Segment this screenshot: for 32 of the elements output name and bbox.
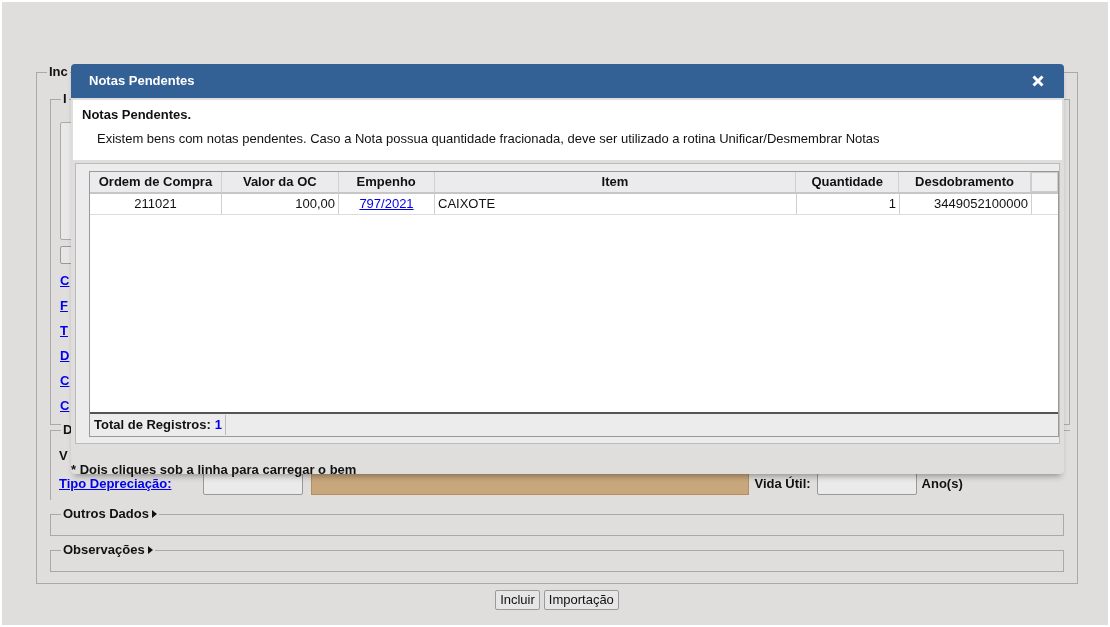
dialog-title: Notas Pendentes <box>89 72 195 91</box>
total-label: Total de Registros: <box>94 416 211 435</box>
useful-life-label: Vida Útil: <box>754 474 811 493</box>
field-link[interactable]: C <box>60 393 70 418</box>
column-header[interactable]: Empenho <box>338 172 435 192</box>
caret-right-icon[interactable] <box>146 546 153 554</box>
unit-label: Ano(s) <box>921 474 963 493</box>
field-link[interactable]: C <box>60 368 70 393</box>
table-cell: 3449052100000 <box>900 194 1032 214</box>
table-cell: 100,00 <box>222 194 339 214</box>
table-cell: 1 <box>797 194 900 214</box>
column-header[interactable]: Quantidade <box>796 172 900 192</box>
field-link[interactable]: C <box>60 268 70 293</box>
total-count: 1 <box>214 415 226 435</box>
field-label: V <box>59 447 69 465</box>
column-header[interactable]: Valor da OC <box>221 172 339 192</box>
field-link[interactable]: T <box>60 318 68 343</box>
useful-life-input[interactable] <box>816 472 917 495</box>
field-link[interactable]: D <box>60 343 70 368</box>
column-header[interactable]: Ordem de Compra <box>90 172 222 192</box>
close-icon[interactable] <box>1032 75 1044 87</box>
empenho-link[interactable]: 797/2021 <box>359 196 414 211</box>
field-link[interactable]: F <box>60 293 68 318</box>
dialog-message: Existem bens com notas pendentes. Caso a Nota possua quantidade fracionada, deve ser utilizado a rotina Unificar/Desmembrar Notas <box>96 129 881 148</box>
dialog-heading: Notas Pendentes. <box>82 106 193 124</box>
table-cell: CAIXOTE <box>435 194 797 214</box>
action-button[interactable]: Incluir <box>495 590 540 610</box>
action-button[interactable]: Importação <box>543 590 619 610</box>
column-header[interactable]: Item <box>434 172 797 192</box>
table-cell: 211021 <box>90 194 222 214</box>
hint-text: * Dois cliques sob a linha para carregar o bem <box>71 461 358 479</box>
caret-right-icon[interactable] <box>150 510 157 518</box>
